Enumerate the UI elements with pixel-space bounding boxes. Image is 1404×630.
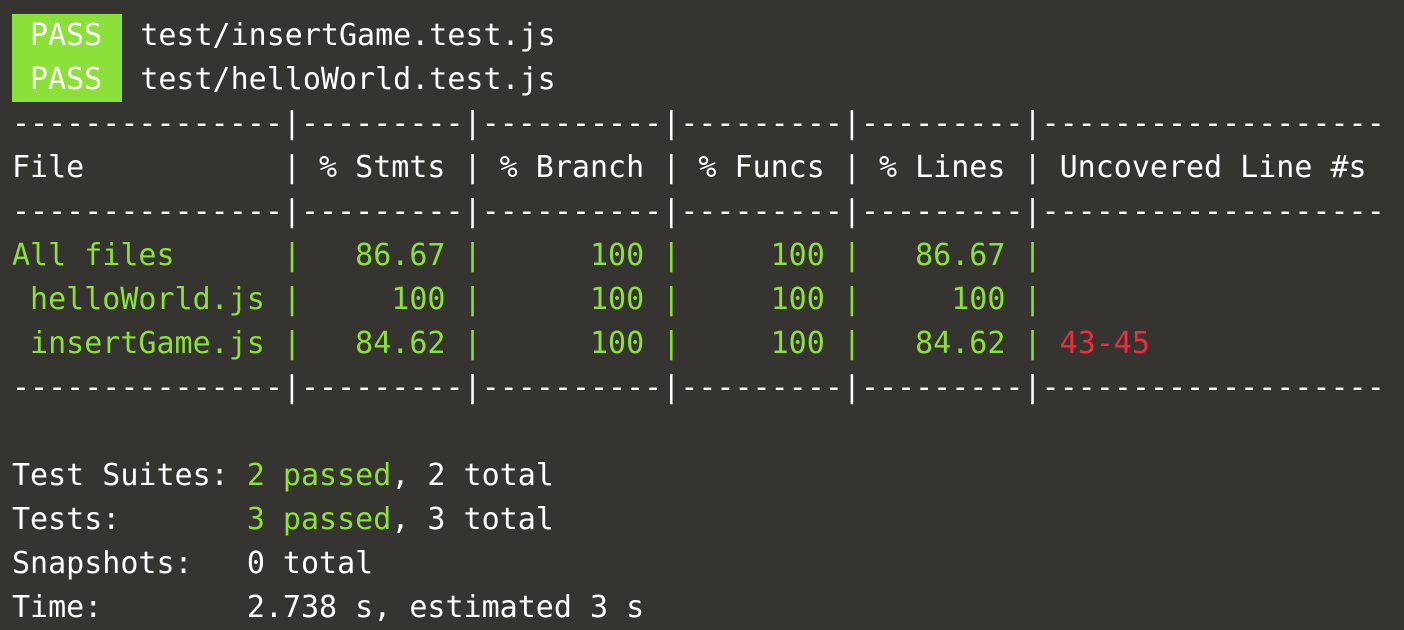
coverage-table-divider: ---------------|---------|----------|---… <box>12 194 1385 229</box>
summary-total: , 3 total <box>391 502 554 537</box>
summary-passed-count: 2 passed <box>246 458 392 493</box>
summary-value: 2.738 s, estimated 3 s <box>246 590 645 625</box>
summary-time: Time: 2.738 s, estimated 3 s <box>12 586 1404 630</box>
test-result-line: PASS test/helloWorld.test.js <box>12 58 1404 102</box>
summary-total: , 2 total <box>391 458 554 493</box>
summary-value: 0 total <box>246 546 374 581</box>
coverage-table-divider-bottom: ---------------|---------|----------|---… <box>12 370 1385 405</box>
summary-label: Time: <box>12 590 247 625</box>
coverage-cells: | 84.62 | 100 | 100 | 84.62 | <box>282 326 1042 361</box>
coverage-cells: | 100 | 100 | 100 | 100 | <box>282 282 1042 317</box>
summary-passed-count: 3 passed <box>246 502 392 537</box>
summary-label: Tests: <box>12 502 247 537</box>
test-result-line: PASS test/insertGame.test.js <box>12 14 1404 58</box>
test-file-path: test/insertGame.test.js <box>140 18 556 53</box>
coverage-file-name: All files <box>12 238 283 273</box>
test-file-path: test/helloWorld.test.js <box>140 62 556 97</box>
pass-badge: PASS <box>12 14 123 58</box>
coverage-file-name: helloWorld.js <box>12 282 283 317</box>
coverage-file-name: insertGame.js <box>12 326 283 361</box>
terminal-output: PASS test/insertGame.test.js PASS test/h… <box>0 0 1404 628</box>
summary-snapshots: Snapshots: 0 total <box>12 542 1404 586</box>
summary-tests: Tests: 3 passed, 3 total <box>12 498 1404 542</box>
summary-label: Snapshots: <box>12 546 247 581</box>
summary-label: Test Suites: <box>12 458 247 493</box>
coverage-cells: | 86.67 | 100 | 100 | 86.67 | <box>282 238 1042 273</box>
coverage-row-all-files: All files | 86.67 | 100 | 100 | 86.67 | <box>12 234 1404 278</box>
pass-badge: PASS <box>12 58 123 102</box>
coverage-table-divider-top: ---------------|---------|----------|---… <box>12 106 1385 141</box>
coverage-row-insertgame: insertGame.js | 84.62 | 100 | 100 | 84.6… <box>12 322 1404 366</box>
uncovered-lines: 43-45 <box>1059 326 1150 361</box>
summary-test-suites: Test Suites: 2 passed, 2 total <box>12 454 1404 498</box>
coverage-table-header: File | % Stmts | % Branch | % Funcs | % … <box>12 150 1367 185</box>
coverage-row-helloworld: helloWorld.js | 100 | 100 | 100 | 100 | <box>12 278 1404 322</box>
